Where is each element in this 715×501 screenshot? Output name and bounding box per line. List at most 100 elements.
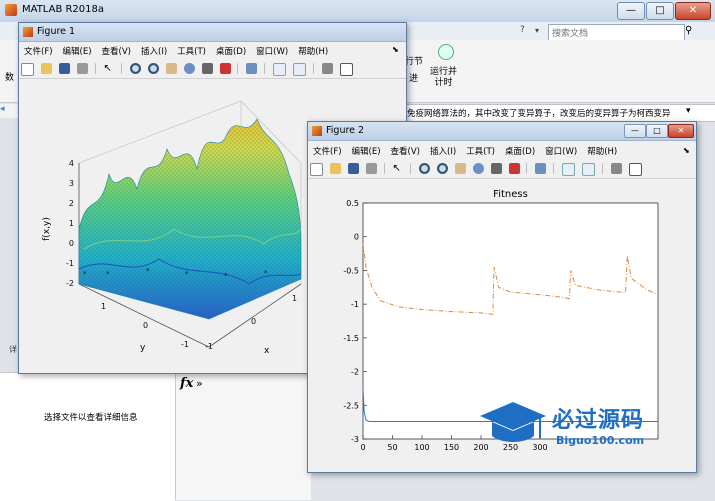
y-axis-label: y xyxy=(140,343,146,353)
dock-icon[interactable]: ⬊ xyxy=(683,146,690,155)
help-icon[interactable]: ? xyxy=(520,25,525,35)
command-window-strip: fx » xyxy=(175,372,311,500)
link-icon[interactable] xyxy=(535,163,547,174)
open-icon[interactable] xyxy=(40,63,52,74)
colorbar-icon[interactable] xyxy=(273,63,286,76)
toolbar-divider xyxy=(383,163,386,174)
menu-help[interactable]: 帮助(H) xyxy=(293,44,333,58)
run-and-time-icon[interactable] xyxy=(438,44,454,60)
x-tick-label: 150 xyxy=(444,443,459,452)
details-placeholder: 选择文件以查看详细信息 xyxy=(44,413,138,423)
figure1-menubar: 文件(F) 编辑(E) 查看(V) 插入(I) 工具(T) 桌面(D) 窗口(W) 帮助(H) xyxy=(19,44,406,58)
zoom-in-icon[interactable] xyxy=(130,63,142,74)
brush-icon[interactable] xyxy=(508,163,520,174)
brush-icon[interactable] xyxy=(219,63,231,74)
pointer-icon[interactable]: ↖ xyxy=(103,63,114,74)
zoom-out-icon[interactable] xyxy=(437,163,448,174)
address-text: 免疫网络算法的，其中改变了变异算子，改变后的变异算子为柯西变异 xyxy=(407,109,671,119)
pan-icon[interactable] xyxy=(454,163,466,174)
print-icon[interactable] xyxy=(76,63,88,74)
link-icon[interactable] xyxy=(246,63,258,74)
menu-tools[interactable]: 工具(T) xyxy=(172,44,211,58)
dropdown-icon[interactable]: ▾ xyxy=(535,26,539,35)
toolbar-divider xyxy=(237,63,239,74)
menu-desktop[interactable]: 桌面(D) xyxy=(500,144,540,158)
show-plot-tools-icon[interactable] xyxy=(628,163,642,176)
details-tab[interactable]: 详 xyxy=(9,344,17,355)
pan-icon[interactable] xyxy=(165,63,177,74)
menu-file[interactable]: 文件(F) xyxy=(308,144,347,158)
z-tick: 0 xyxy=(69,239,74,248)
details-panel: 选择文件以查看详细信息 xyxy=(0,372,175,501)
legend-icon[interactable] xyxy=(292,63,306,76)
y-tick-label: -2 xyxy=(351,368,359,377)
maximize-button[interactable]: □ xyxy=(646,2,674,20)
new-figure-icon[interactable] xyxy=(21,63,34,76)
y-tick-label: -1 xyxy=(351,300,359,309)
matlab-titlebar: MATLAB R2018a — □ ✕ xyxy=(0,0,715,23)
menu-window[interactable]: 窗口(W) xyxy=(251,44,293,58)
zoom-in-icon[interactable] xyxy=(419,163,431,174)
zoom-out-icon[interactable] xyxy=(148,63,159,74)
hide-plot-tools-icon[interactable] xyxy=(610,163,622,174)
dock-icon[interactable]: ⬊ xyxy=(392,45,399,54)
colorbar-icon[interactable] xyxy=(562,163,575,176)
menu-file[interactable]: 文件(F) xyxy=(19,44,58,58)
minimum-marker: * xyxy=(146,267,150,275)
minimum-marker: * xyxy=(106,270,110,278)
toolbar-divider xyxy=(410,163,412,174)
menu-edit[interactable]: 编辑(E) xyxy=(58,44,97,58)
menu-tools[interactable]: 工具(T) xyxy=(461,144,500,158)
hide-plot-tools-icon[interactable] xyxy=(321,63,333,74)
watermark-brand: 必过源码 xyxy=(552,408,645,433)
menu-help[interactable]: 帮助(H) xyxy=(582,144,622,158)
pointer-icon[interactable]: ↖ xyxy=(392,163,403,174)
close-button[interactable]: ✕ xyxy=(668,124,694,138)
back-arrow-icon[interactable]: ◂ xyxy=(0,104,18,118)
mesh-wireframe xyxy=(79,119,301,319)
print-icon[interactable] xyxy=(365,163,377,174)
address-bar[interactable]: 免疫网络算法的，其中改变了变异算子，改变后的变异算子为柯西变异 ▾ xyxy=(395,104,715,122)
address-dropdown-icon[interactable]: ▾ xyxy=(686,106,691,116)
minimize-button[interactable]: — xyxy=(617,2,645,20)
ribbon-run-section-label[interactable]: 行节 xyxy=(405,54,423,67)
toolbar-divider xyxy=(264,63,266,74)
y-tick-label: 0 xyxy=(354,233,359,242)
show-plot-tools-icon[interactable] xyxy=(339,63,353,76)
chevron-right-icon[interactable]: » xyxy=(196,377,203,390)
figure1-titlebar: Figure 1 xyxy=(19,23,406,42)
run-and-time-button[interactable]: 运行并 计时 xyxy=(430,67,457,89)
x-tick-label: 0 xyxy=(360,443,365,452)
menu-insert[interactable]: 插入(I) xyxy=(136,44,172,58)
x-tick: -1 xyxy=(205,342,213,351)
ribbon-advance-label[interactable]: 进 xyxy=(409,71,418,84)
app-title: MATLAB R2018a xyxy=(22,4,105,15)
minimum-marker: * xyxy=(83,270,87,278)
menu-insert[interactable]: 插入(I) xyxy=(425,144,461,158)
open-icon[interactable] xyxy=(329,163,341,174)
close-button[interactable]: ✕ xyxy=(675,2,711,20)
menu-desktop[interactable]: 桌面(D) xyxy=(211,44,251,58)
z-tick: 1 xyxy=(69,219,74,228)
rotate-icon[interactable] xyxy=(183,63,195,74)
search-icon[interactable]: ⚲ xyxy=(685,25,692,36)
menu-window[interactable]: 窗口(W) xyxy=(540,144,582,158)
figure2-menubar: 文件(F) 编辑(E) 查看(V) 插入(I) 工具(T) 桌面(D) 窗口(W) 帮助(H) xyxy=(308,144,696,158)
maximize-button[interactable]: □ xyxy=(646,124,668,138)
x-axis-label: x xyxy=(264,346,270,356)
legend-icon[interactable] xyxy=(581,163,595,176)
toolbar-divider xyxy=(121,63,123,74)
ribbon-run-section: 行节 进 运行并 计时 xyxy=(405,40,715,102)
graduation-cap-icon xyxy=(480,402,546,442)
minimize-button[interactable]: — xyxy=(624,124,646,138)
new-figure-icon[interactable] xyxy=(310,163,323,176)
datacursor-icon[interactable] xyxy=(490,163,502,174)
menu-view[interactable]: 查看(V) xyxy=(97,44,136,58)
save-icon[interactable] xyxy=(58,63,70,74)
menu-view[interactable]: 查看(V) xyxy=(386,144,425,158)
rotate-icon[interactable] xyxy=(472,163,484,174)
datacursor-icon[interactable] xyxy=(201,63,213,74)
menu-edit[interactable]: 编辑(E) xyxy=(347,144,386,158)
figure2-toolbar: ↖ xyxy=(308,160,696,179)
save-icon[interactable] xyxy=(347,163,359,174)
